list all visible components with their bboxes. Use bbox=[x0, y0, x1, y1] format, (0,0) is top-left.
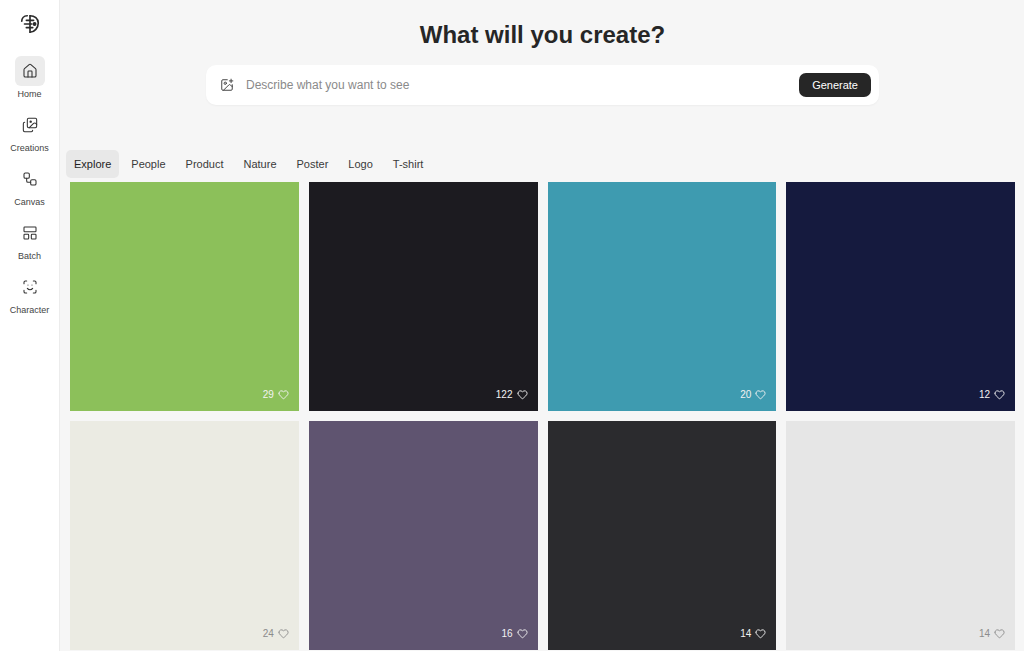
sidebar-item[interactable]: Batch bbox=[1, 218, 59, 262]
like-count[interactable]: 14 bbox=[979, 628, 1005, 640]
category-tab[interactable]: Nature bbox=[235, 150, 284, 178]
category-tab[interactable]: Logo bbox=[340, 150, 380, 178]
gallery-card[interactable]: 29 bbox=[70, 182, 299, 411]
like-count[interactable]: 24 bbox=[263, 628, 289, 640]
sidebar-item[interactable]: Canvas bbox=[1, 164, 59, 208]
gallery-card[interactable]: 24 bbox=[70, 421, 299, 650]
logo[interactable] bbox=[18, 12, 42, 36]
like-count-text: 122 bbox=[496, 389, 513, 401]
workflow-icon bbox=[22, 171, 38, 187]
like-count[interactable]: 14 bbox=[740, 628, 766, 640]
sidebar-item-icon-box[interactable] bbox=[15, 164, 45, 194]
heart-icon[interactable] bbox=[994, 628, 1005, 639]
heart-icon[interactable] bbox=[755, 389, 766, 400]
sidebar-item[interactable]: Creations bbox=[1, 110, 59, 154]
gallery-card[interactable]: 12 bbox=[786, 182, 1015, 411]
heart-icon[interactable] bbox=[517, 628, 528, 639]
sidebar-item-label: Canvas bbox=[14, 196, 45, 208]
like-count-text: 29 bbox=[263, 389, 274, 401]
gallery-card[interactable]: 14 bbox=[548, 421, 777, 650]
home-icon bbox=[22, 63, 38, 79]
heart-icon[interactable] bbox=[994, 389, 1005, 400]
images-icon bbox=[22, 117, 38, 133]
category-tab[interactable]: Poster bbox=[289, 150, 337, 178]
category-tab[interactable]: Product bbox=[178, 150, 232, 178]
gallery-card[interactable]: 16 bbox=[309, 421, 538, 650]
gallery-card[interactable]: 122 bbox=[309, 182, 538, 411]
sidebar-item-icon-box[interactable] bbox=[15, 56, 45, 86]
sidebar-item-label: Creations bbox=[10, 142, 49, 154]
category-tabs: ExplorePeopleProductNaturePosterLogoT-sh… bbox=[66, 150, 1015, 178]
prompt-bar: Generate bbox=[206, 65, 879, 105]
gallery-card[interactable]: 14 bbox=[786, 421, 1015, 650]
like-count-text: 14 bbox=[979, 628, 990, 640]
page-heading: What will you create? bbox=[70, 20, 1015, 50]
category-tab[interactable]: People bbox=[123, 150, 173, 178]
like-count[interactable]: 122 bbox=[496, 389, 528, 401]
like-count[interactable]: 20 bbox=[740, 389, 766, 401]
sidebar-nav: Home Creations Canvas Batch Character bbox=[1, 56, 59, 316]
sidebar-item[interactable]: Character bbox=[1, 272, 59, 316]
brand-logo-icon[interactable] bbox=[19, 13, 41, 35]
face-scan-icon bbox=[22, 279, 38, 295]
category-tab[interactable]: T-shirt bbox=[385, 150, 432, 178]
category-tab[interactable]: Explore bbox=[66, 150, 119, 178]
like-count-text: 14 bbox=[740, 628, 751, 640]
like-count-text: 16 bbox=[501, 628, 512, 640]
like-count-text: 12 bbox=[979, 389, 990, 401]
main-content: What will you create? Generate ExplorePeop… bbox=[60, 0, 1024, 651]
heart-icon[interactable] bbox=[278, 628, 289, 639]
prompt-input[interactable] bbox=[244, 77, 789, 93]
sidebar-item-label: Home bbox=[17, 88, 41, 100]
image-upload-icon[interactable] bbox=[220, 78, 234, 92]
app: Home Creations Canvas Batch Character What wi… bbox=[0, 0, 1024, 651]
gallery-card[interactable]: 20 bbox=[548, 182, 777, 411]
like-count-text: 24 bbox=[263, 628, 274, 640]
heart-icon[interactable] bbox=[278, 389, 289, 400]
gallery-grid: 29 122 20 12 24 16 14 14 bbox=[70, 182, 1015, 650]
sidebar-item-icon-box[interactable] bbox=[15, 110, 45, 140]
sidebar-item-label: Batch bbox=[18, 250, 41, 262]
heart-icon[interactable] bbox=[517, 389, 528, 400]
sidebar: Home Creations Canvas Batch Character bbox=[0, 0, 60, 651]
heart-icon[interactable] bbox=[755, 628, 766, 639]
like-count[interactable]: 16 bbox=[501, 628, 527, 640]
like-count-text: 20 bbox=[740, 389, 751, 401]
sidebar-item-label: Character bbox=[10, 304, 50, 316]
like-count[interactable]: 29 bbox=[263, 389, 289, 401]
like-count[interactable]: 12 bbox=[979, 389, 1005, 401]
sidebar-item-icon-box[interactable] bbox=[15, 272, 45, 302]
generate-button[interactable]: Generate bbox=[799, 73, 871, 97]
layout-icon bbox=[22, 225, 38, 241]
sidebar-item[interactable]: Home bbox=[1, 56, 59, 100]
sidebar-item-icon-box[interactable] bbox=[15, 218, 45, 248]
